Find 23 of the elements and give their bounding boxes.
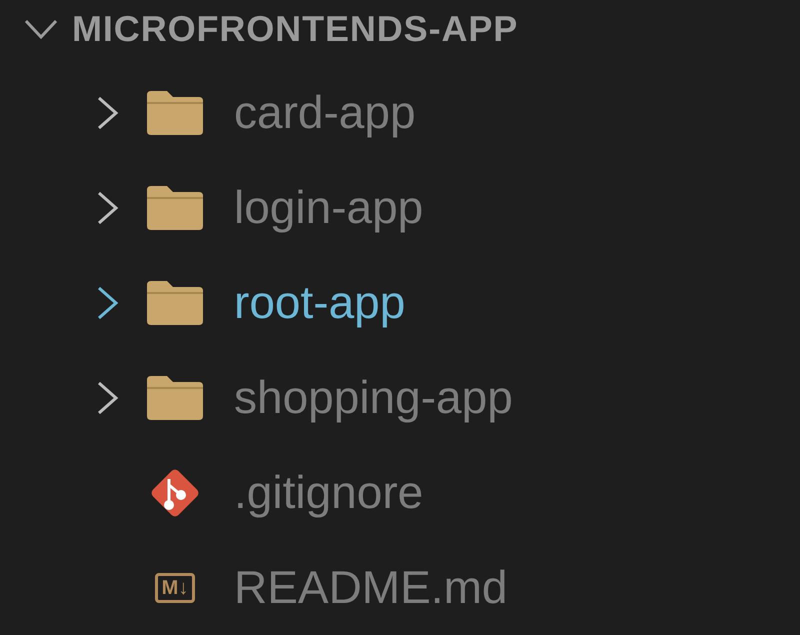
chevron-right-icon[interactable] — [96, 190, 120, 226]
chevron-right-icon[interactable] — [96, 94, 120, 130]
chevron-down-icon[interactable] — [24, 18, 58, 38]
tree-item[interactable]: .gitignore — [0, 445, 800, 540]
item-label: shopping-app — [234, 370, 513, 425]
explorer-title[interactable]: MICROFRONTENDS-APP — [72, 2, 518, 56]
chevron-right-icon[interactable] — [96, 284, 120, 320]
tree-item[interactable]: card-app — [0, 65, 800, 160]
tree-item[interactable]: login-app — [0, 160, 800, 255]
item-label: root-app — [234, 275, 406, 330]
folder-icon — [147, 90, 203, 134]
folder-icon — [147, 280, 203, 324]
folder-icon — [147, 186, 203, 230]
tree-item[interactable]: shopping-app — [0, 350, 800, 445]
item-label: card-app — [234, 85, 416, 140]
item-label: login-app — [234, 180, 424, 235]
tree-item[interactable]: root-app — [0, 255, 800, 350]
tree-item[interactable]: M↓ README.md — [0, 540, 800, 635]
markdown-icon: M↓ — [154, 572, 196, 602]
folder-icon — [147, 376, 203, 420]
chevron-right-icon[interactable] — [96, 380, 120, 416]
item-label: .gitignore — [234, 465, 424, 520]
item-label: README.md — [234, 560, 508, 615]
